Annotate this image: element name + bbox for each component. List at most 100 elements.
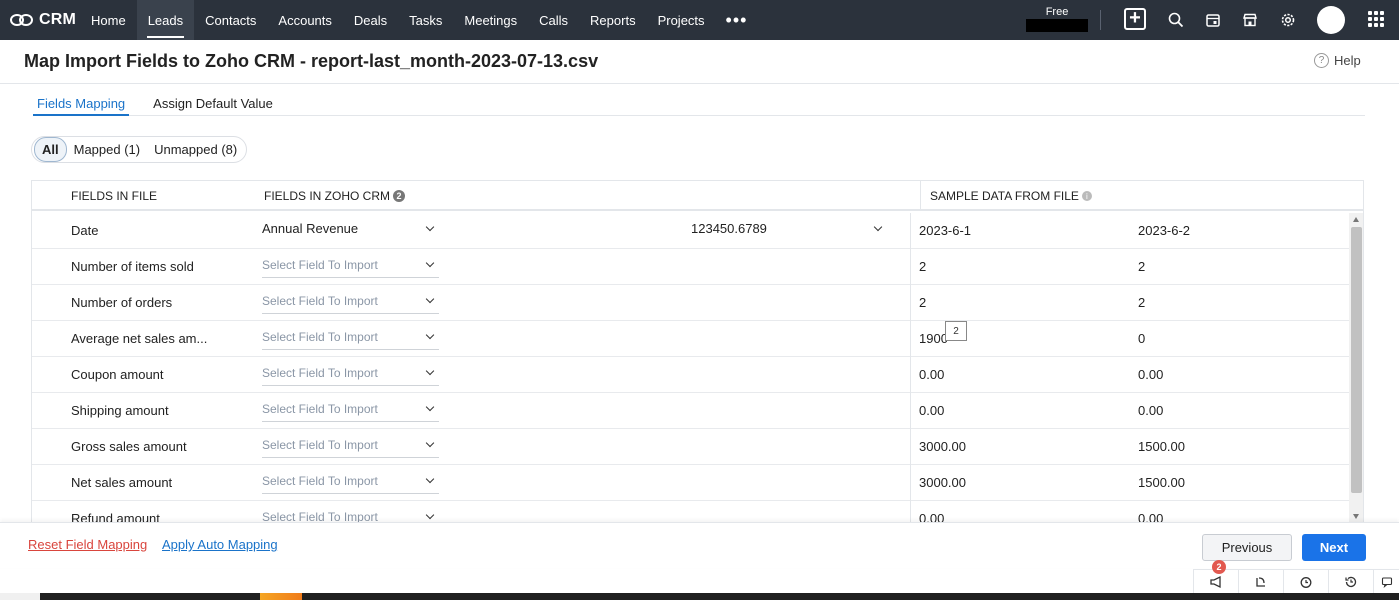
table-row: Number of orders Select Field To Import … (32, 285, 1349, 321)
filter-unmapped[interactable]: Unmapped (8) (147, 138, 244, 161)
crm-field-select[interactable]: Select Field To Import (262, 398, 439, 422)
redacted-bar (1026, 19, 1088, 32)
page-header: Map Import Fields to Zoho CRM - report-l… (0, 40, 1399, 84)
nav-tab-calls[interactable]: Calls (528, 0, 579, 40)
mapping-table: FIELDS IN FILE FIELDS IN ZOHO CRM 2 SAMP… (31, 180, 1364, 522)
plan-badge[interactable]: Free (1026, 6, 1088, 32)
taskbar-start-area (0, 593, 40, 600)
user-avatar[interactable] (1317, 6, 1345, 34)
nav-tab-contacts[interactable]: Contacts (194, 0, 267, 40)
crm-field-select[interactable]: Select Field To Import (262, 362, 439, 386)
footer-bar: Reset Field Mapping Apply Auto Mapping P… (0, 522, 1399, 568)
next-button[interactable]: Next (1302, 534, 1366, 561)
sample-value-2: 0.00 (1138, 403, 1164, 418)
file-field-name: Net sales amount (71, 475, 173, 490)
nav-tab-home[interactable]: Home (80, 0, 137, 40)
crm-logo[interactable]: CRM (0, 11, 80, 29)
module-tabs: Home Leads Contacts Accounts Deals Tasks… (80, 0, 757, 40)
search-icon[interactable] (1166, 10, 1186, 30)
table-row: Net sales amount Select Field To Import … (32, 465, 1349, 501)
nav-tab-accounts[interactable]: Accounts (267, 0, 342, 40)
create-new-button[interactable]: + (1124, 8, 1146, 30)
chevron-down-icon (425, 474, 435, 484)
chevron-down-icon (425, 402, 435, 412)
nav-tab-meetings[interactable]: Meetings (453, 0, 528, 40)
nav-divider (1100, 10, 1101, 30)
value-select[interactable]: 123450.6789 (691, 218, 887, 242)
announcement-icon[interactable]: 2 (1193, 560, 1238, 594)
gear-icon[interactable] (1278, 10, 1298, 30)
table-row: Number of items sold Select Field To Imp… (32, 249, 1349, 285)
crm-field-select[interactable]: Select Field To Import (262, 254, 439, 278)
sample-value-2: 2 (1138, 295, 1146, 310)
zoho-logo-icon (10, 13, 34, 27)
sample-value-1: 0.00 (919, 403, 945, 418)
chevron-down-icon (873, 222, 883, 232)
crm-field-select[interactable]: Select Field To Import (262, 290, 439, 314)
sample-value-1: 2023-6-1 (919, 223, 972, 238)
sample-value-1: 3000.00 (919, 439, 966, 454)
sample-value-2: 0.00 (1138, 367, 1164, 382)
history-icon[interactable] (1328, 570, 1373, 594)
chevron-down-icon (425, 510, 435, 520)
tab-assign-default-value[interactable]: Assign Default Value (149, 90, 277, 116)
apply-auto-mapping-link[interactable]: Apply Auto Mapping (162, 537, 278, 552)
info-icon[interactable]: i (1081, 191, 1092, 201)
tab-fields-mapping[interactable]: Fields Mapping (33, 90, 130, 116)
file-field-name: Number of orders (71, 295, 173, 310)
chevron-down-icon (425, 330, 435, 340)
file-field-name: Gross sales amount (71, 439, 187, 454)
file-field-name: Shipping amount (71, 403, 169, 418)
help-link[interactable]: ? Help (1314, 53, 1361, 68)
nav-tab-leads[interactable]: Leads (136, 0, 195, 40)
table-row: Average net sales am... Select Field To … (32, 321, 1349, 357)
chevron-down-icon (425, 294, 435, 304)
taskbar-app-icon (260, 593, 302, 600)
filter-mapped[interactable]: Mapped (1) (67, 138, 147, 161)
nav-tab-tasks[interactable]: Tasks (398, 0, 453, 40)
calendar-icon[interactable] (1203, 10, 1223, 30)
alarm-clock-icon[interactable] (1283, 570, 1328, 594)
signals-icon[interactable] (1238, 570, 1283, 594)
more-modules-icon[interactable]: ••• (716, 0, 758, 40)
help-label: Help (1334, 53, 1361, 68)
chat-icon[interactable] (1373, 570, 1399, 594)
sample-value-2: 1500.00 (1138, 475, 1185, 490)
sample-value-1: 2 (919, 295, 927, 310)
nav-tab-reports[interactable]: Reports (579, 0, 647, 40)
page-title: Map Import Fields to Zoho CRM - report-l… (24, 51, 599, 71)
table-row: Refund amount Select Field To Import 0.0… (32, 501, 1349, 522)
marketplace-icon[interactable] (1240, 10, 1260, 30)
crm-field-select[interactable]: Annual Revenue (262, 218, 439, 242)
scroll-up-arrow-icon[interactable] (1353, 217, 1359, 222)
chevron-down-icon (425, 438, 435, 448)
sample-value-2: 1500.00 (1138, 439, 1185, 454)
crm-field-select[interactable]: Select Field To Import (262, 434, 439, 458)
sample-value-1: 0.00 (919, 511, 945, 522)
file-field-name: Average net sales am... (71, 331, 208, 346)
file-field-name: Refund amount (71, 511, 160, 522)
nav-tab-deals[interactable]: Deals (343, 0, 398, 40)
table-scrollbar[interactable] (1349, 213, 1363, 522)
previous-button[interactable]: Previous (1202, 534, 1292, 561)
crm-field-select[interactable]: Select Field To Import (262, 506, 439, 522)
header-fields-in-crm: FIELDS IN ZOHO CRM 2 (264, 189, 406, 203)
sample-value-1: 1900 (919, 331, 948, 346)
table-header: FIELDS IN FILE FIELDS IN ZOHO CRM 2 SAMP… (32, 181, 1363, 211)
header-fields-in-file: FIELDS IN FILE (71, 189, 158, 203)
filter-all[interactable]: All (34, 137, 67, 162)
table-row: Date Annual Revenue 123450.6789 2023-6-1… (32, 213, 1349, 249)
table-row: Coupon amount Select Field To Import 0.0… (32, 357, 1349, 393)
sample-value-1: 2 (919, 259, 927, 274)
top-nav: CRM Home Leads Contacts Accounts Deals T… (0, 0, 1399, 40)
apps-grid-icon[interactable] (1368, 11, 1384, 27)
crm-field-select[interactable]: Select Field To Import (262, 470, 439, 494)
nav-tab-projects[interactable]: Projects (647, 0, 716, 40)
mapping-subtabs: Fields Mapping Assign Default Value (33, 90, 1365, 116)
file-field-name: Date (71, 223, 99, 238)
header-divider (920, 181, 921, 211)
scroll-down-arrow-icon[interactable] (1353, 514, 1359, 519)
crm-field-select[interactable]: Select Field To Import (262, 326, 439, 350)
scroll-thumb[interactable] (1351, 227, 1362, 493)
reset-field-mapping-link[interactable]: Reset Field Mapping (28, 537, 147, 552)
